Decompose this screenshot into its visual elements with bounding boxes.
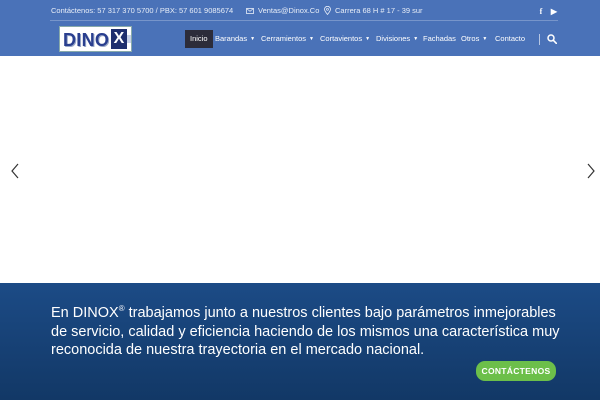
contact-us-button[interactable]: CONTÁCTENOS [476, 361, 556, 381]
chevron-down-icon: ▼ [413, 36, 419, 42]
nav-item-contacto[interactable]: Contacto [495, 30, 525, 48]
envelope-icon [246, 7, 254, 14]
nav-item-label: Inicio [190, 34, 208, 43]
nav-item-inicio[interactable]: Inicio [185, 30, 213, 48]
chevron-down-icon: ▼ [309, 36, 314, 42]
chevron-down-icon: ▼ [250, 36, 256, 42]
banner-body: trabajamos junto a nuestros clientes baj… [51, 305, 560, 358]
nav-item-cortavientos[interactable]: Cortavientos ▼ [320, 30, 370, 48]
dinox-logo[interactable]: DINO X [59, 26, 132, 52]
nav-item-otros[interactable]: Otros ▼ [461, 30, 487, 48]
nav-item-label: Barandas [215, 34, 248, 43]
nav-item-label: Otros [461, 34, 480, 43]
site-header: Contáctenos: 57 317 370 5700 / PBX: 57 6… [0, 0, 600, 56]
top-bar: Contáctenos: 57 317 370 5700 / PBX: 57 6… [50, 4, 558, 18]
chevron-down-icon: ▼ [482, 36, 488, 42]
nav-item-barandas[interactable]: Barandas ▼ [215, 30, 255, 48]
slider-next-arrow-icon[interactable] [586, 163, 596, 179]
contact-email[interactable]: Ventas@Dinox.Co [246, 6, 319, 15]
chevron-down-icon: ▼ [365, 36, 371, 42]
contact-phone-text: Contáctenos: 57 317 370 5700 / PBX: 57 6… [51, 6, 234, 15]
nav-item-label: Cerramientos [261, 34, 307, 43]
search-icon[interactable] [547, 34, 557, 44]
hero-slider [0, 56, 600, 283]
banner-brand: En DINOX [51, 305, 119, 321]
contact-address[interactable]: Carrera 68 H # 17 - 39 sur [324, 6, 423, 15]
contact-phone[interactable]: Contáctenos: 57 317 370 5700 / PBX: 57 6… [51, 6, 233, 15]
slider-prev-arrow-icon[interactable] [10, 163, 20, 179]
logo-x-mark: X [111, 29, 127, 49]
nav-item-label: Cortavientos [320, 34, 363, 43]
contact-address-text: Carrera 68 H # 17 - 39 sur [335, 6, 423, 15]
logo-accent [127, 35, 131, 43]
header-divider [50, 20, 558, 21]
nav-item-label: Fachadas [423, 34, 456, 43]
nav-item-cerramientos[interactable]: Cerramientos ▼ [261, 30, 314, 48]
facebook-icon[interactable]: f [536, 5, 546, 17]
banner-text: En DINOX® trabajamos junto a nuestros cl… [51, 300, 561, 360]
nav-item-fachadas[interactable]: Fachadas [423, 30, 456, 48]
contact-email-text: Ventas@Dinox.Co [258, 6, 320, 15]
nav-item-label: Divisiones [376, 34, 411, 43]
map-pin-icon [324, 6, 331, 15]
nav-item-divisiones[interactable]: Divisiones ▼ [376, 30, 418, 48]
nav-separator [539, 34, 540, 45]
logo-wordmark: DINO [63, 30, 110, 50]
youtube-icon[interactable]: ▶ [549, 5, 559, 17]
nav-item-label: Contacto [495, 34, 526, 43]
